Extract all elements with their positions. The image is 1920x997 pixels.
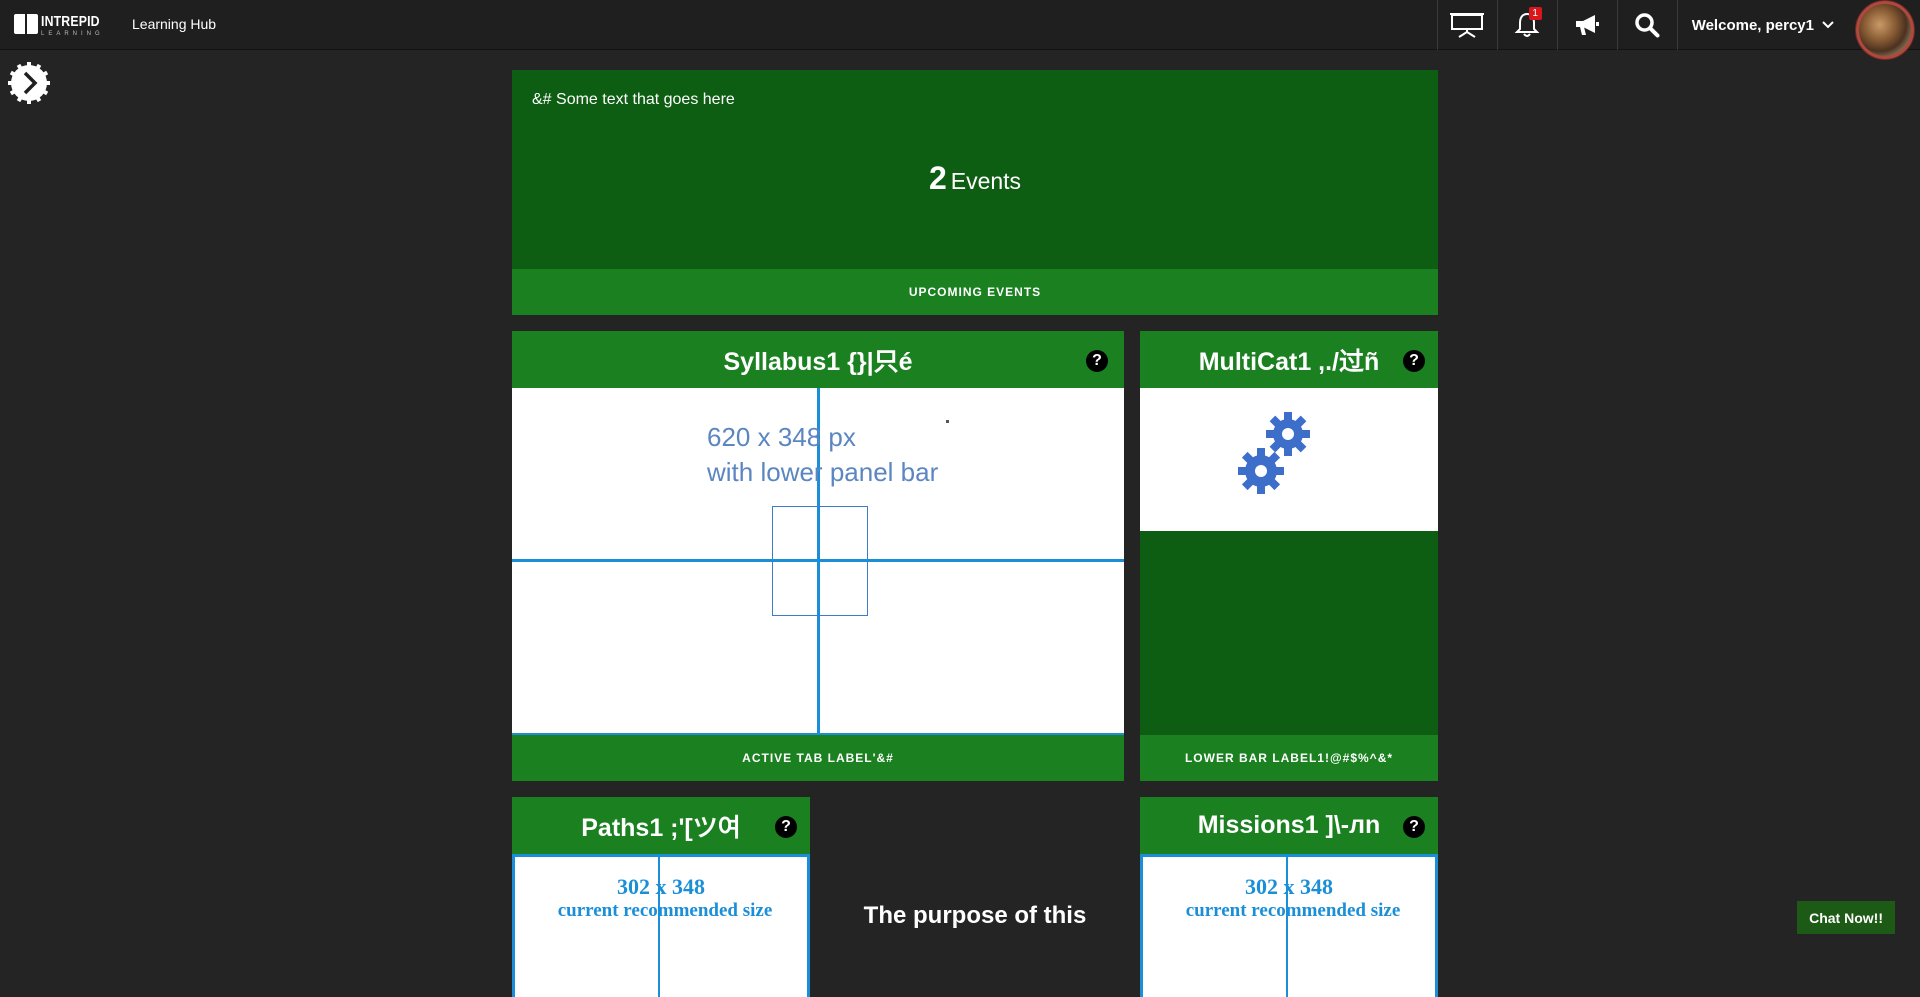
events-count-number: 2 (928, 160, 947, 196)
presentation-button[interactable] (1436, 0, 1497, 50)
multicat-title: MultiCat1 ,./过ñ (1198, 347, 1380, 376)
multicat-image (1140, 388, 1438, 531)
missions-card[interactable]: Missions1 ]\-лn ? 302 x 348 current reco… (1140, 797, 1438, 997)
syllabus-lower-bar[interactable]: ACTIVE TAB LABEL'&# (512, 735, 1124, 781)
book-logo-icon (14, 14, 38, 34)
intrepid-logo[interactable]: INTREPID LEARNING (14, 13, 113, 37)
presentation-icon (1450, 13, 1485, 38)
chevron-down-icon (1822, 21, 1834, 29)
avatar-container[interactable] (1850, 0, 1920, 59)
help-icon[interactable]: ? (1403, 816, 1425, 838)
events-lower-bar[interactable]: UPCOMING EVENTS (512, 269, 1438, 315)
paths-card[interactable]: Paths1 ;'[ツ여 ? 302 x 348 current recomme… (512, 797, 810, 997)
paths-image-text-line1: 302 x 348 (617, 874, 705, 899)
megaphone-icon (1576, 15, 1600, 35)
syllabus-image-text-line1: 620 x 348 px (707, 422, 856, 452)
multicat-card[interactable]: MultiCat1 ,./过ñ ? LOWER BAR LABEL1!@#$%^… (1140, 331, 1438, 781)
welcome-text: Welcome, percy1 (1691, 16, 1814, 34)
syllabus-placeholder-image: 620 x 348 px with lower panel bar (512, 388, 1124, 735)
chat-now-button[interactable]: Chat Now!! (1797, 901, 1895, 934)
missions-image-text-line2: current recommended size (1185, 900, 1401, 921)
avatar (1856, 1, 1914, 59)
events-card-body: &# Some text that goes here 2 Events (512, 70, 1438, 269)
events-card[interactable]: &# Some text that goes here 2 Events UPCO… (512, 70, 1438, 315)
paths-card-header: Paths1 ;'[ツ여 ? (512, 797, 810, 854)
missions-placeholder-image: 302 x 348 current recommended size (1140, 854, 1438, 997)
events-caption: &# Some text that goes here (532, 91, 735, 108)
paths-title: Paths1 ;'[ツ여 (581, 813, 741, 842)
purpose-text: The purpose of this (863, 902, 1087, 929)
multicat-card-header: MultiCat1 ,./过ñ ? (1140, 331, 1438, 388)
help-icon[interactable]: ? (1403, 350, 1425, 372)
multicat-body (1140, 531, 1438, 735)
events-count-label: Events (950, 168, 1022, 194)
syllabus-card[interactable]: Syllabus1 {}|只é ? 620 x 348 px with lowe… (512, 331, 1124, 781)
missions-title: Missions1 ]\-лn (1197, 811, 1381, 839)
syllabus-image-text-line2: with lower panel bar (707, 457, 939, 487)
expand-sidebar-button[interactable] (8, 62, 50, 104)
paths-image-text-line2: current recommended size (557, 900, 773, 921)
app-title[interactable]: Learning Hub (132, 16, 216, 32)
syllabus-title: Syllabus1 {}|只é (723, 347, 913, 376)
help-icon[interactable]: ? (1086, 350, 1108, 372)
logo-sub-text: LEARNING (41, 31, 104, 37)
paths-placeholder-image: 302 x 348 current recommended size (512, 854, 810, 997)
announcements-button[interactable] (1556, 0, 1617, 50)
logo-main-text: INTREPID (41, 13, 100, 30)
notification-count-badge: 1 (1528, 7, 1542, 20)
help-icon[interactable]: ? (775, 816, 797, 838)
gears-icon (1238, 412, 1310, 494)
multicat-lower-bar[interactable]: LOWER BAR LABEL1!@#$%^&* (1140, 735, 1438, 781)
search-icon (1635, 13, 1660, 38)
missions-card-header: Missions1 ]\-лn ? (1140, 797, 1438, 854)
user-menu-toggle[interactable]: Welcome, percy1 (1676, 0, 1850, 50)
search-button[interactable] (1616, 0, 1677, 50)
top-right-actions: 1 Welcome, percy1 (1436, 0, 1920, 59)
syllabus-card-header: Syllabus1 {}|只é ? (512, 331, 1124, 388)
missions-image-text-line1: 302 x 348 (1245, 874, 1333, 899)
notifications-button[interactable]: 1 (1496, 0, 1557, 50)
top-navigation-bar: INTREPID LEARNING Learning Hub 1 Welcome… (0, 0, 1920, 59)
events-count: 2 Events (512, 160, 1438, 197)
